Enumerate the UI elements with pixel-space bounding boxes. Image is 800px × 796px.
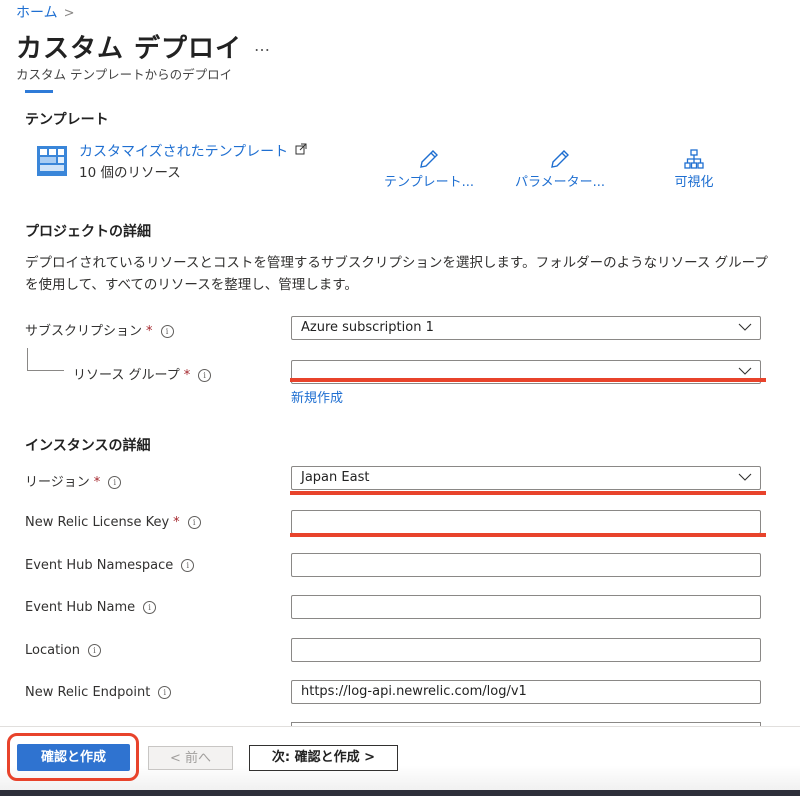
location-label: Location i <box>25 643 101 658</box>
subscription-value: Azure subscription 1 <box>301 320 434 335</box>
edit-parameters-label: パラメーター... <box>514 175 605 190</box>
event-hub-name-input[interactable] <box>291 595 761 619</box>
edit-template-label: テンプレート... <box>383 175 474 190</box>
chevron-down-icon <box>738 323 752 331</box>
hierarchy-icon <box>684 149 704 169</box>
visualize-label: 可視化 <box>674 175 714 190</box>
endpoint-label: New Relic Endpoint i <box>25 685 172 700</box>
subscription-dropdown[interactable]: Azure subscription 1 <box>291 316 761 340</box>
next-review-create-button[interactable]: 次: 確認と作成 > <box>249 745 398 771</box>
chevron-down-icon <box>738 367 752 375</box>
required-marker: * <box>183 368 191 383</box>
annotation-underline <box>290 491 766 495</box>
region-dropdown[interactable]: Japan East <box>291 466 761 490</box>
license-key-input[interactable] <box>291 510 761 534</box>
breadcrumb-separator: > <box>63 6 75 21</box>
instance-details-heading: インスタンスの詳細 <box>25 438 151 454</box>
annotation-underline <box>290 533 766 537</box>
info-icon[interactable]: i <box>160 325 174 338</box>
breadcrumb-home-link[interactable]: ホーム <box>16 5 58 21</box>
event-hub-namespace-input[interactable] <box>291 553 761 577</box>
required-marker: * <box>93 475 101 490</box>
info-icon[interactable]: i <box>108 476 122 489</box>
region-label: リージョン * i <box>25 471 122 490</box>
required-marker: * <box>146 324 153 339</box>
more-options-button[interactable]: … <box>254 36 271 55</box>
create-new-resource-group-link[interactable]: 新規作成 <box>291 387 343 406</box>
pencil-icon <box>420 150 438 168</box>
breadcrumb: ホーム > <box>16 2 75 22</box>
resource-group-label: リソース グループ * i <box>73 364 212 383</box>
annotation-highlight-box <box>7 733 139 781</box>
endpoint-input[interactable]: https://log-api.newrelic.com/log/v1 <box>291 680 761 704</box>
edit-template-button[interactable]: テンプレート... <box>374 148 484 190</box>
info-icon[interactable]: i <box>158 686 172 699</box>
license-key-label: New Relic License Key * i <box>25 515 201 530</box>
info-icon[interactable]: i <box>87 644 101 657</box>
region-value: Japan East <box>301 470 370 485</box>
visualize-button[interactable]: 可視化 <box>639 148 749 190</box>
info-icon[interactable]: i <box>181 559 195 572</box>
event-hub-namespace-label: Event Hub Namespace i <box>25 558 195 573</box>
page-subtitle: カスタム テンプレートからのデプロイ <box>16 67 233 82</box>
page-title: カスタム デプロイ <box>16 34 243 64</box>
required-marker: * <box>173 515 180 530</box>
external-link-icon <box>295 143 307 155</box>
chevron-down-icon <box>738 473 752 481</box>
taskbar-strip <box>0 790 800 796</box>
customized-template-link[interactable]: カスタマイズされたテンプレート <box>79 141 307 161</box>
template-grid-icon <box>37 146 67 176</box>
resource-count: 10 個のリソース <box>79 165 181 181</box>
project-details-heading: プロジェクトの詳細 <box>25 224 151 240</box>
project-details-description: デプロイされているリソースとコストを管理するサブスクリプションを選択します。フォ… <box>25 255 768 293</box>
event-hub-name-label: Event Hub Name i <box>25 600 157 615</box>
info-icon[interactable]: i <box>198 369 212 382</box>
active-tab-indicator <box>25 90 53 93</box>
subscription-label: サブスクリプション * i <box>25 320 174 339</box>
location-input[interactable] <box>291 638 761 662</box>
tree-connector <box>27 348 64 371</box>
previous-button[interactable]: < 前へ <box>148 746 233 770</box>
customized-template-label: カスタマイズされたテンプレート <box>79 144 289 160</box>
edit-parameters-button[interactable]: パラメーター... <box>505 148 615 190</box>
annotation-underline <box>290 378 766 382</box>
template-section-heading: テンプレート <box>25 112 109 128</box>
info-icon[interactable]: i <box>187 516 201 529</box>
info-icon[interactable]: i <box>143 601 157 614</box>
pencil-icon <box>551 150 569 168</box>
